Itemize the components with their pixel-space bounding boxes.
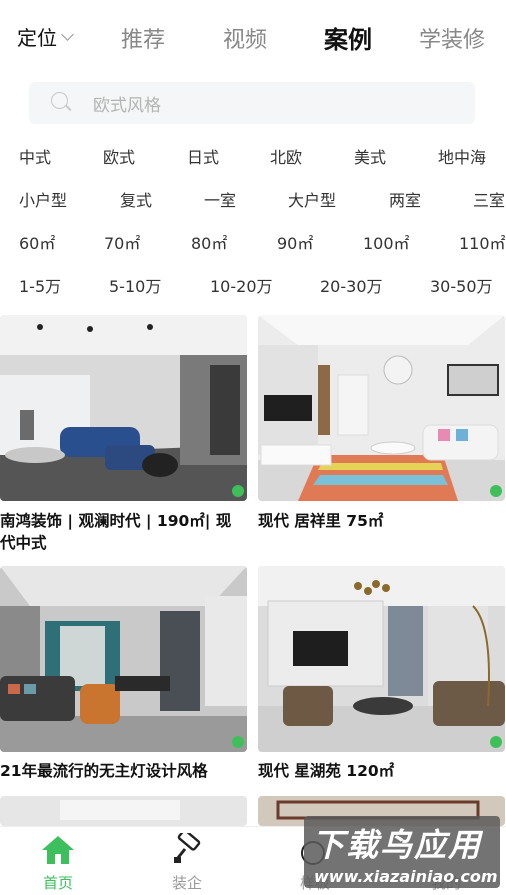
case-image[interactable] (258, 566, 505, 752)
badge-icon (232, 736, 244, 748)
filter-chip[interactable]: 30-50万 (430, 273, 493, 297)
filter-chip[interactable]: 欧式 (103, 144, 135, 168)
filter-chip[interactable]: 20-30万 (320, 273, 383, 297)
case-image[interactable] (0, 315, 247, 501)
tab-recommend[interactable]: 推荐 (121, 22, 165, 54)
badge-icon (490, 485, 502, 497)
watermark-url: www.xiazainiao.com (314, 867, 498, 886)
search-input[interactable]: 欧式风格 (93, 91, 161, 116)
filter-row-house-type: 小户型 复式 一室 大户型 两室 三室 (0, 183, 506, 213)
filter-chip[interactable]: 5-10万 (109, 273, 161, 297)
case-image[interactable] (0, 796, 247, 826)
case-title[interactable]: 南鸿装饰 | 观澜时代 | 190㎡| 现代中式 (0, 510, 245, 554)
filter-chip[interactable]: 小户型 (19, 187, 67, 211)
filter-chip[interactable]: 10-20万 (210, 273, 273, 297)
filter-chip[interactable]: 地中海 (438, 144, 486, 168)
filter-chip[interactable]: 中式 (19, 144, 51, 168)
filter-row-area: 60㎡ 70㎡ 80㎡ 90㎡ 100㎡ 110㎡ (0, 226, 506, 256)
search-bar[interactable]: 欧式风格 (29, 82, 475, 124)
case-image[interactable] (258, 315, 505, 501)
filter-chip[interactable]: 90㎡ (277, 230, 313, 254)
watermark: 下载鸟应用 www.xiazainiao.com (304, 816, 500, 888)
filter-chip[interactable]: 1-5万 (19, 273, 61, 297)
case-image[interactable] (0, 566, 247, 752)
case-title[interactable]: 21年最流行的无主灯设计风格 (0, 760, 245, 782)
filter-chip[interactable]: 大户型 (288, 187, 336, 211)
nav-home-label: 首页 (42, 874, 73, 892)
filter-chip[interactable]: 70㎡ (104, 230, 140, 254)
tab-cases[interactable]: 案例 (324, 20, 372, 55)
filter-chip[interactable]: 复式 (120, 187, 152, 211)
filter-chip[interactable]: 两室 (389, 187, 421, 211)
filter-chip[interactable]: 一室 (204, 187, 236, 211)
filter-chip[interactable]: 60㎡ (19, 230, 55, 254)
top-nav: 定位 推荐 视频 案例 学装修 (0, 0, 506, 76)
watermark-title: 下载鸟应用 (312, 826, 483, 864)
case-title[interactable]: 现代 星湖苑 120㎡ (258, 760, 503, 782)
filter-chip[interactable]: 三室 (473, 187, 505, 211)
filter-chip[interactable]: 100㎡ (363, 230, 410, 254)
location-selector[interactable]: 定位 (17, 22, 74, 51)
chevron-down-icon (61, 27, 74, 41)
badge-icon (490, 736, 502, 748)
filter-row-budget: 1-5万 5-10万 10-20万 20-30万 30-50万 (0, 269, 506, 299)
tab-video[interactable]: 视频 (223, 22, 267, 54)
search-icon (51, 92, 73, 114)
bottom-nav: 首页 装企 样板 我的 下载鸟应用 www.xiazainiao.com (0, 816, 506, 895)
filter-chip[interactable]: 110㎡ (459, 230, 506, 254)
nav-company-label: 装企 (171, 874, 202, 892)
paint-roller-icon (174, 833, 201, 863)
case-card[interactable] (0, 796, 247, 826)
filter-chip[interactable]: 北欧 (270, 144, 302, 168)
case-title[interactable]: 现代 居祥里 75㎡ (258, 510, 503, 532)
location-label: 定位 (17, 26, 57, 50)
filter-chip[interactable]: 80㎡ (191, 230, 227, 254)
filter-chip[interactable]: 日式 (187, 144, 219, 168)
nav-company[interactable]: 装企 (137, 827, 237, 895)
home-icon (42, 836, 74, 864)
filter-row-style: 中式 欧式 日式 北欧 美式 地中海 (0, 140, 506, 170)
filter-chip[interactable]: 美式 (354, 144, 386, 168)
badge-icon (232, 485, 244, 497)
tab-learn-decoration[interactable]: 学装修 (419, 22, 485, 54)
nav-home[interactable]: 首页 (8, 827, 108, 895)
